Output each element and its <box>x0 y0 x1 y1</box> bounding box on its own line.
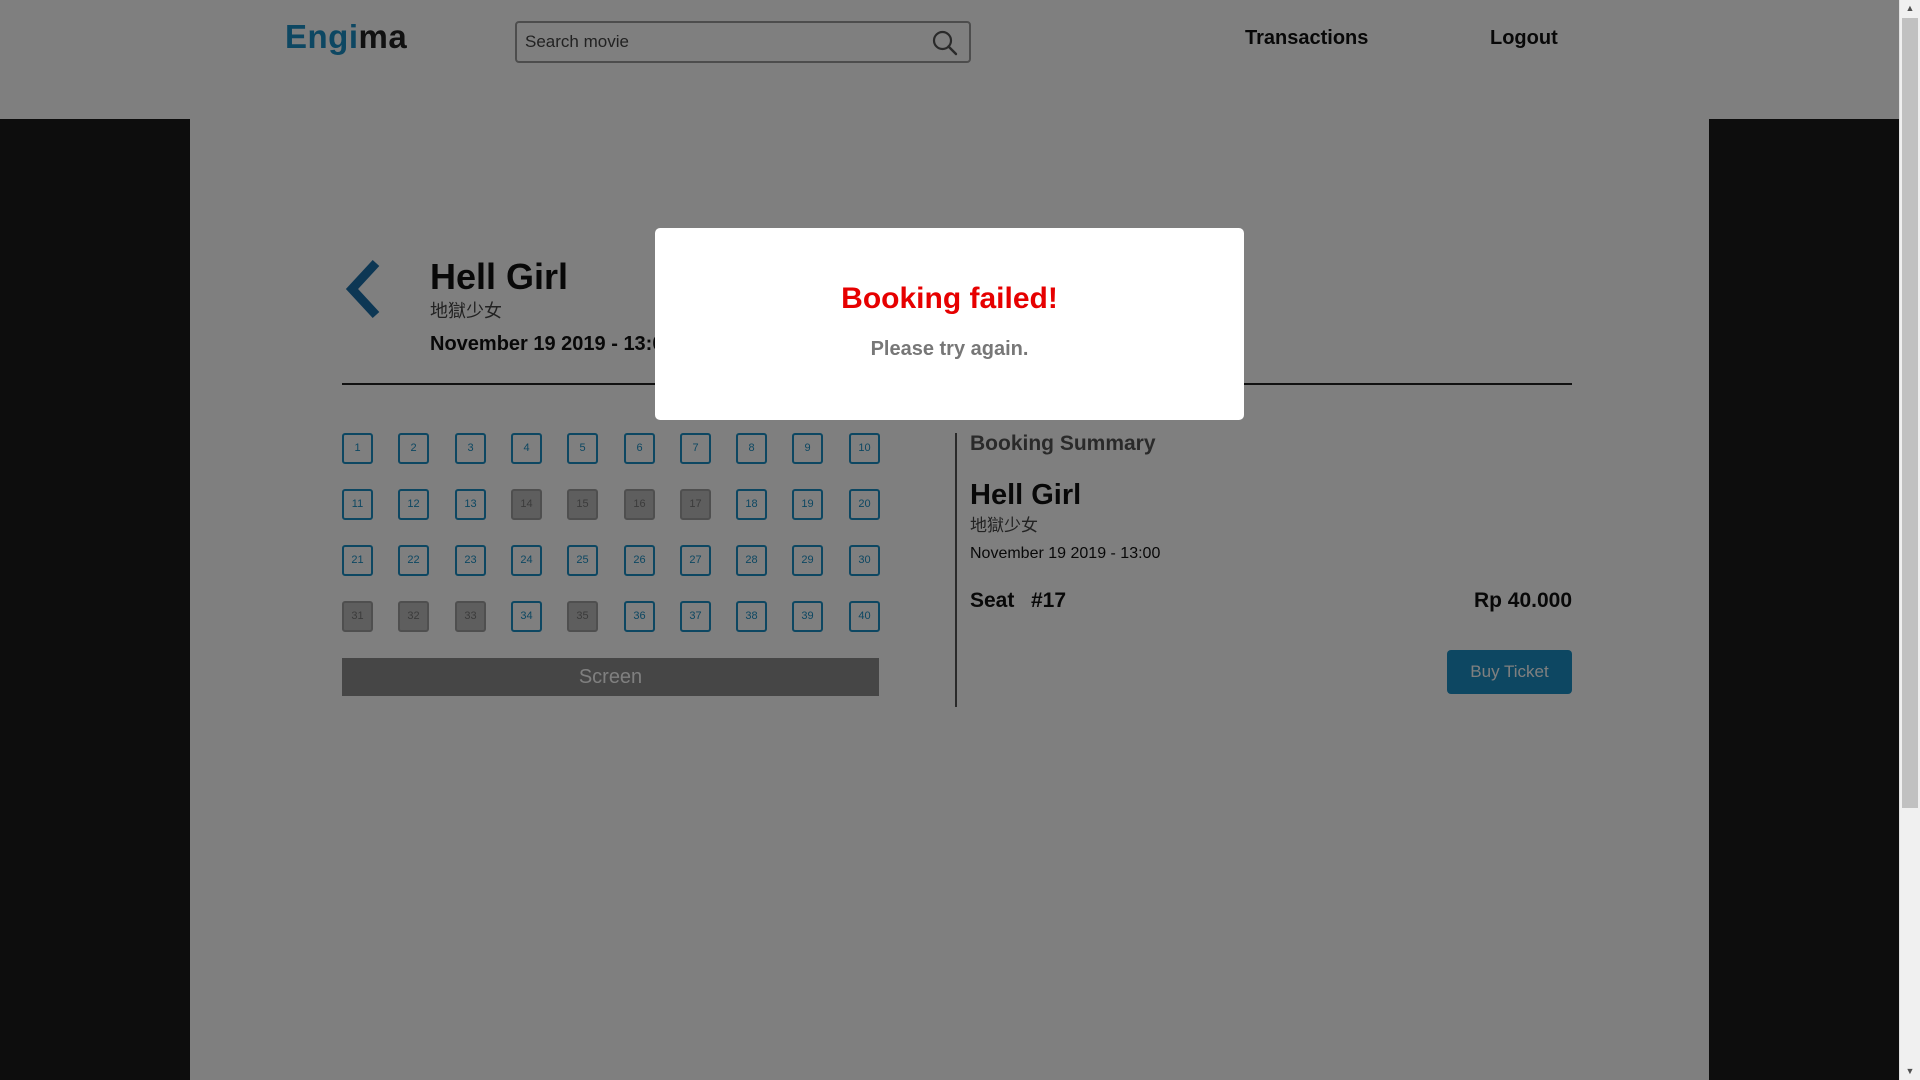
scroll-thumb[interactable] <box>1902 18 1918 808</box>
scroll-up-arrow-icon[interactable]: ▲ <box>1900 0 1920 17</box>
booking-failed-modal: Booking failed! Please try again. <box>655 228 1244 420</box>
modal-overlay[interactable]: Booking failed! Please try again. <box>0 0 1899 1080</box>
modal-message: Please try again. <box>870 338 1029 360</box>
scroll-down-arrow-icon[interactable]: ▼ <box>1900 1063 1920 1080</box>
modal-title: Booking failed! <box>841 282 1058 315</box>
page-scrollbar[interactable]: ▲ ▼ <box>1899 0 1920 1080</box>
